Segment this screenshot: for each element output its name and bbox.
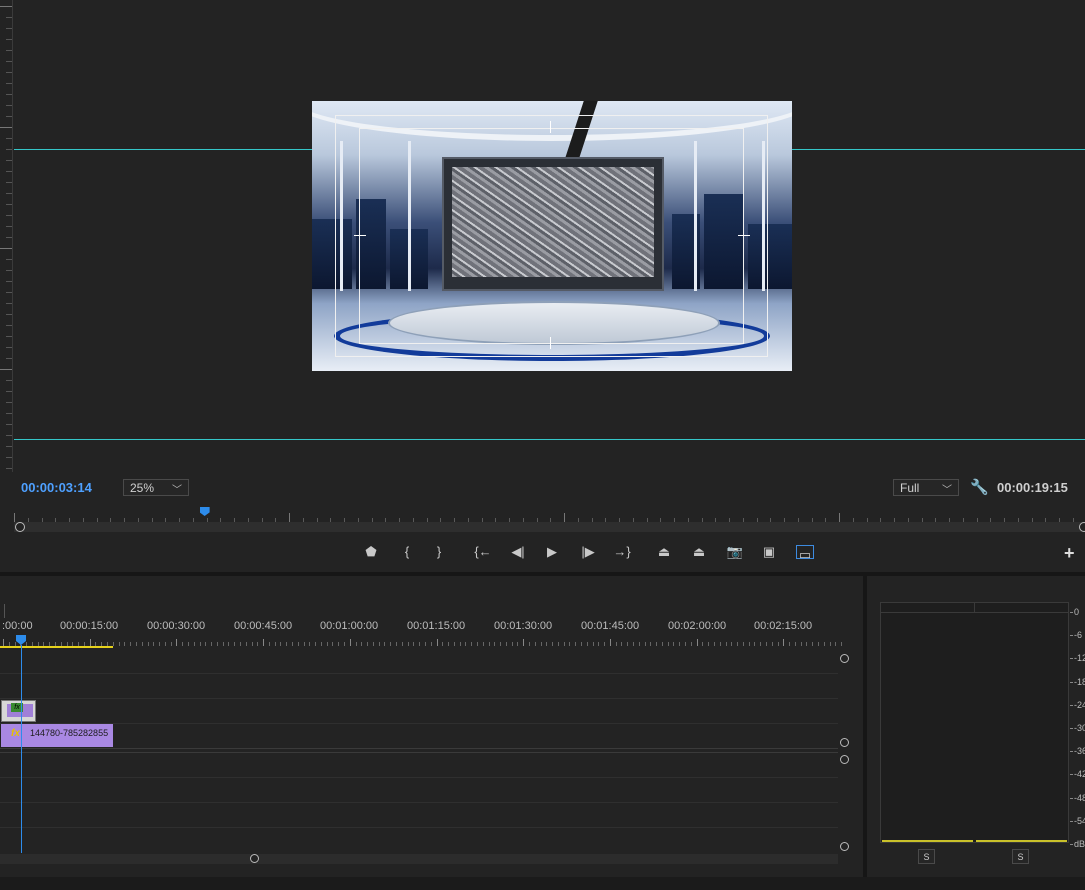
ruler-timecode-label: 00:02:15:00 — [754, 620, 813, 632]
timeline-playhead-line — [21, 645, 22, 853]
track-scroll-top-handle[interactable] — [840, 654, 849, 663]
ruler-timecode-label: 00:01:30:00 — [494, 620, 553, 632]
panel-divider-vertical[interactable] — [863, 576, 867, 877]
go-to-out-button[interactable]: →} — [613, 543, 631, 561]
audio-level-right — [976, 840, 1067, 842]
playback-resolution-value: Full — [900, 481, 920, 495]
ruler-timecode-label: 00:01:45:00 — [581, 620, 640, 632]
title-safe-margin — [359, 128, 744, 344]
step-back-button[interactable]: ◀| — [509, 543, 527, 561]
export-frame-button[interactable]: 📷 — [726, 543, 744, 561]
db-label: -30 — [1074, 723, 1085, 733]
db-label: -54 — [1074, 815, 1085, 826]
db-label: -12 — [1074, 653, 1085, 664]
timeline-horizontal-scrollbar[interactable] — [0, 854, 838, 864]
timeline-ruler[interactable]: :00:00 00:00:15:00 00:00:30:00 00:00:45:00 0… — [0, 618, 843, 646]
safe-margins-button[interactable]: ▭ — [796, 545, 814, 562]
ruler-timecode-label: 00:00:30:00 — [147, 620, 206, 632]
chevron-down-icon: ﹀ — [942, 485, 952, 496]
fx-badge: fx — [11, 728, 20, 739]
ruler-timecode-label: 00:02:00:00 — [668, 620, 727, 632]
vertical-ruler — [0, 0, 13, 472]
duration-timecode: 00:00:19:15 — [997, 480, 1068, 495]
add-marker-button[interactable]: ⬟ — [362, 543, 380, 561]
audio-scroll-bottom-handle[interactable] — [840, 842, 849, 851]
extract-button[interactable]: ⏏ — [690, 543, 708, 561]
solo-right-button[interactable]: S — [1012, 849, 1029, 864]
db-label: -24 — [1074, 699, 1085, 710]
monitor-time-ruler[interactable] — [14, 510, 1085, 522]
video-frame — [312, 101, 792, 371]
lift-button[interactable]: ⏏ — [655, 543, 673, 561]
audio-meter — [880, 602, 1069, 843]
ruler-timecode-label: 00:00:15:00 — [60, 620, 119, 632]
button-editor-add-button[interactable]: + — [1064, 543, 1075, 564]
db-label: -18 — [1074, 676, 1085, 687]
mark-out-button[interactable]: } — [430, 543, 448, 561]
track-scroll-bottom-handle[interactable] — [840, 738, 849, 747]
video-clip-v1[interactable]: fx 144780-785282855 — [1, 724, 113, 747]
db-label: -42 — [1074, 769, 1085, 780]
chevron-down-icon: ﹀ — [172, 485, 182, 496]
comparison-view-button[interactable]: ▣ — [760, 543, 778, 561]
ruler-timecode-label: 00:01:15:00 — [407, 620, 466, 632]
status-bar — [0, 877, 1085, 890]
step-forward-button[interactable]: |▶ — [579, 543, 597, 561]
go-to-in-button[interactable]: {← — [474, 543, 492, 561]
zoom-level-dropdown[interactable]: 25% ﹀ — [123, 479, 189, 496]
clip-name: 144780-785282855 — [30, 728, 109, 738]
play-button[interactable]: ▶ — [543, 543, 561, 561]
video-clip-v2[interactable]: fx — [1, 700, 36, 722]
mark-in-button[interactable]: { — [398, 543, 416, 561]
solo-left-button[interactable]: S — [918, 849, 935, 864]
guide-line-bottom[interactable] — [14, 439, 1085, 440]
audio-level-left — [882, 840, 973, 842]
db-label: -48 — [1074, 792, 1085, 803]
playback-resolution-dropdown[interactable]: Full ﹀ — [893, 479, 959, 496]
work-area-bar[interactable] — [0, 646, 113, 648]
audio-scroll-top-handle[interactable] — [840, 755, 849, 764]
scrollbar-handle[interactable] — [250, 854, 259, 863]
ruler-timecode-label: 00:01:00:00 — [320, 620, 379, 632]
scrollbar-left-handle[interactable] — [15, 522, 25, 532]
db-label: -36 — [1074, 746, 1085, 757]
db-label: -6 — [1074, 630, 1083, 641]
ruler-timecode-label: :00:00 — [2, 620, 33, 632]
wrench-icon[interactable]: 🔧 — [970, 478, 989, 496]
current-timecode[interactable]: 00:00:03:14 — [21, 480, 92, 495]
program-monitor: 00:00:03:14 25% ﹀ Full ﹀ 🔧 00:00:19:15 ⬟… — [0, 0, 1085, 572]
db-label: 0 — [1074, 607, 1080, 617]
scrollbar-right-handle[interactable] — [1079, 522, 1085, 532]
db-label: dB — [1074, 839, 1085, 849]
zoom-level-value: 25% — [130, 481, 155, 495]
ruler-timecode-label: 00:00:45:00 — [234, 620, 293, 632]
monitor-zoom-scrollbar[interactable] — [14, 522, 1085, 532]
